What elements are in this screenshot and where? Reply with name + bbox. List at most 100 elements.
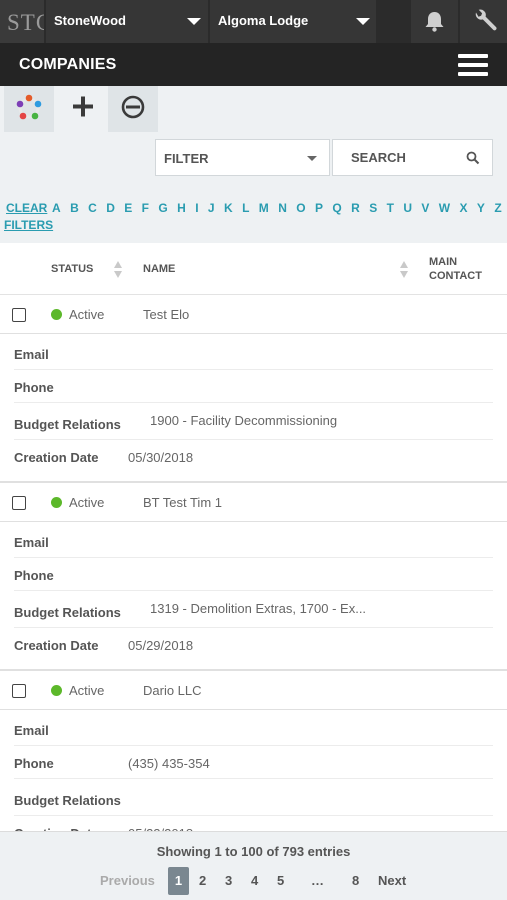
page-button-4[interactable]: 4 <box>251 873 258 888</box>
creation-date-value: 05/29/2018 <box>128 638 194 653</box>
status-indicator-icon <box>51 309 62 320</box>
letter-filter-u[interactable]: U <box>403 201 412 215</box>
letter-filter-q[interactable]: Q <box>332 201 341 215</box>
table-row[interactable]: Active Test Elo <box>0 295 507 334</box>
letter-filter-o[interactable]: O <box>296 201 305 215</box>
palette-icon <box>16 94 42 120</box>
pagination-ellipsis: … <box>311 873 324 888</box>
status-column-header[interactable]: STATUS <box>51 263 93 275</box>
table-row[interactable]: Active Dario LLC <box>0 671 507 710</box>
row-checkbox[interactable] <box>12 308 26 322</box>
name-column-header[interactable]: NAME <box>143 263 175 275</box>
search-icon[interactable] <box>466 151 480 165</box>
clear-filters-link[interactable]: CLEAR <box>6 201 47 215</box>
row-details: EmailPhone(435) 435-354Budget RelationsC… <box>0 711 507 831</box>
letter-filter-j[interactable]: J <box>208 201 215 215</box>
email-label: Email <box>14 723 49 738</box>
brand-logo[interactable]: STC <box>0 0 44 43</box>
letter-filter-n[interactable]: N <box>278 201 287 215</box>
letter-filter-s[interactable]: S <box>369 201 377 215</box>
letter-filter-k[interactable]: K <box>224 201 233 215</box>
row-details: Email Phone Budget Relations 1900 - Facilit… <box>0 335 507 483</box>
project-select-label: Algoma Lodge <box>218 13 309 28</box>
letter-filter-r[interactable]: R <box>351 201 360 215</box>
notifications-button[interactable] <box>411 0 458 43</box>
previous-page-button[interactable]: Previous <box>100 873 155 888</box>
status-text: Active <box>69 495 105 510</box>
letter-filter-c[interactable]: C <box>88 201 97 215</box>
page-button-2[interactable]: 2 <box>199 873 206 888</box>
letter-filter-d[interactable]: D <box>106 201 115 215</box>
row-details: Email Phone Budget Relations 1319 - Demolit… <box>0 523 507 671</box>
more-options-button[interactable] <box>108 86 158 132</box>
company-entry: Active BT Test Tim 1 Email Phone Budget Rela… <box>0 483 507 671</box>
phone-label: Phone <box>14 568 54 583</box>
next-page-button[interactable]: Next <box>378 873 406 888</box>
letter-filter-y[interactable]: Y <box>477 201 485 215</box>
letter-filter-e[interactable]: E <box>124 201 132 215</box>
filter-label: FILTER <box>164 151 209 166</box>
filter-select[interactable]: FILTER <box>155 139 330 176</box>
page-title: COMPANIES <box>19 56 117 73</box>
clear-filters-link-line2[interactable]: FILTERS <box>4 218 53 232</box>
page-button-5[interactable]: 5 <box>277 873 284 888</box>
company-entry: Active Test Elo Email Phone Budget Relations… <box>0 295 507 483</box>
sort-icon[interactable] <box>400 261 409 279</box>
company-select[interactable]: StoneWood <box>46 0 208 43</box>
company-list: Active Test Elo Email Phone Budget Relations… <box>0 295 507 831</box>
letter-filter-m[interactable]: M <box>259 201 269 215</box>
add-company-button[interactable] <box>58 86 108 132</box>
table-header: STATUS NAME MAIN CONTACT <box>0 243 507 295</box>
letter-list: ABCDEFGHIJKLMNOPQRSTUVWXYZ <box>52 201 502 215</box>
letter-filter-w[interactable]: W <box>439 201 450 215</box>
email-label: Email <box>14 347 49 362</box>
logo-text: STC <box>7 10 44 35</box>
search-box <box>332 139 493 176</box>
phone-label: Phone <box>14 756 54 771</box>
row-checkbox[interactable] <box>12 496 26 510</box>
status-text: Active <box>69 683 105 698</box>
bell-icon <box>425 12 444 32</box>
company-select-label: StoneWood <box>54 13 126 28</box>
project-select[interactable]: Algoma Lodge <box>210 0 376 43</box>
company-name-link[interactable]: Dario LLC <box>143 683 202 698</box>
sort-icon[interactable] <box>114 261 123 279</box>
page-button-3[interactable]: 3 <box>225 873 232 888</box>
creation-date-label: Creation Date <box>14 638 99 653</box>
letter-filter-a[interactable]: A <box>52 201 61 215</box>
row-checkbox[interactable] <box>12 684 26 698</box>
title-bar: COMPANIES <box>0 43 507 86</box>
letter-filter-h[interactable]: H <box>177 201 186 215</box>
creation-date-value: 05/30/2018 <box>128 450 194 465</box>
letter-filter-z[interactable]: Z <box>494 201 501 215</box>
letter-filter-i[interactable]: I <box>195 201 198 215</box>
letter-filter-t[interactable]: T <box>387 201 394 215</box>
plus-icon <box>73 96 93 117</box>
page-button-8[interactable]: 8 <box>352 873 359 888</box>
letter-filter-l[interactable]: L <box>242 201 249 215</box>
email-label: Email <box>14 535 49 550</box>
status-text: Active <box>69 307 105 322</box>
letter-filter-v[interactable]: V <box>421 201 429 215</box>
budget-relations-value: 1900 - Facility Decommissioning <box>150 413 338 428</box>
hamburger-icon[interactable] <box>458 54 488 76</box>
letter-filter-b[interactable]: B <box>70 201 79 215</box>
budget-relations-label: Budget Relations <box>14 793 121 808</box>
letter-filter-f[interactable]: F <box>142 201 149 215</box>
letter-filter-g[interactable]: G <box>158 201 167 215</box>
company-name-link[interactable]: BT Test Tim 1 <box>143 495 222 510</box>
table-row[interactable]: Active BT Test Tim 1 <box>0 483 507 522</box>
page-button-1[interactable]: 1 <box>168 867 189 895</box>
entries-summary: Showing 1 to 100 of 793 entries <box>156 844 351 859</box>
status-indicator-icon <box>51 685 62 696</box>
pagination-footer: Showing 1 to 100 of 793 entries Previous… <box>0 831 507 900</box>
search-input[interactable] <box>333 140 461 175</box>
settings-button[interactable] <box>460 0 507 43</box>
budget-relations-value: 1319 - Demolition Extras, 1700 - Ex... <box>150 601 367 616</box>
main-contact-column-header[interactable]: MAIN CONTACT <box>429 255 489 283</box>
creation-date-label: Creation Date <box>14 450 99 465</box>
letter-filter-p[interactable]: P <box>315 201 323 215</box>
company-name-link[interactable]: Test Elo <box>143 307 189 322</box>
color-wheel-button[interactable] <box>4 86 54 132</box>
letter-filter-x[interactable]: X <box>460 201 468 215</box>
